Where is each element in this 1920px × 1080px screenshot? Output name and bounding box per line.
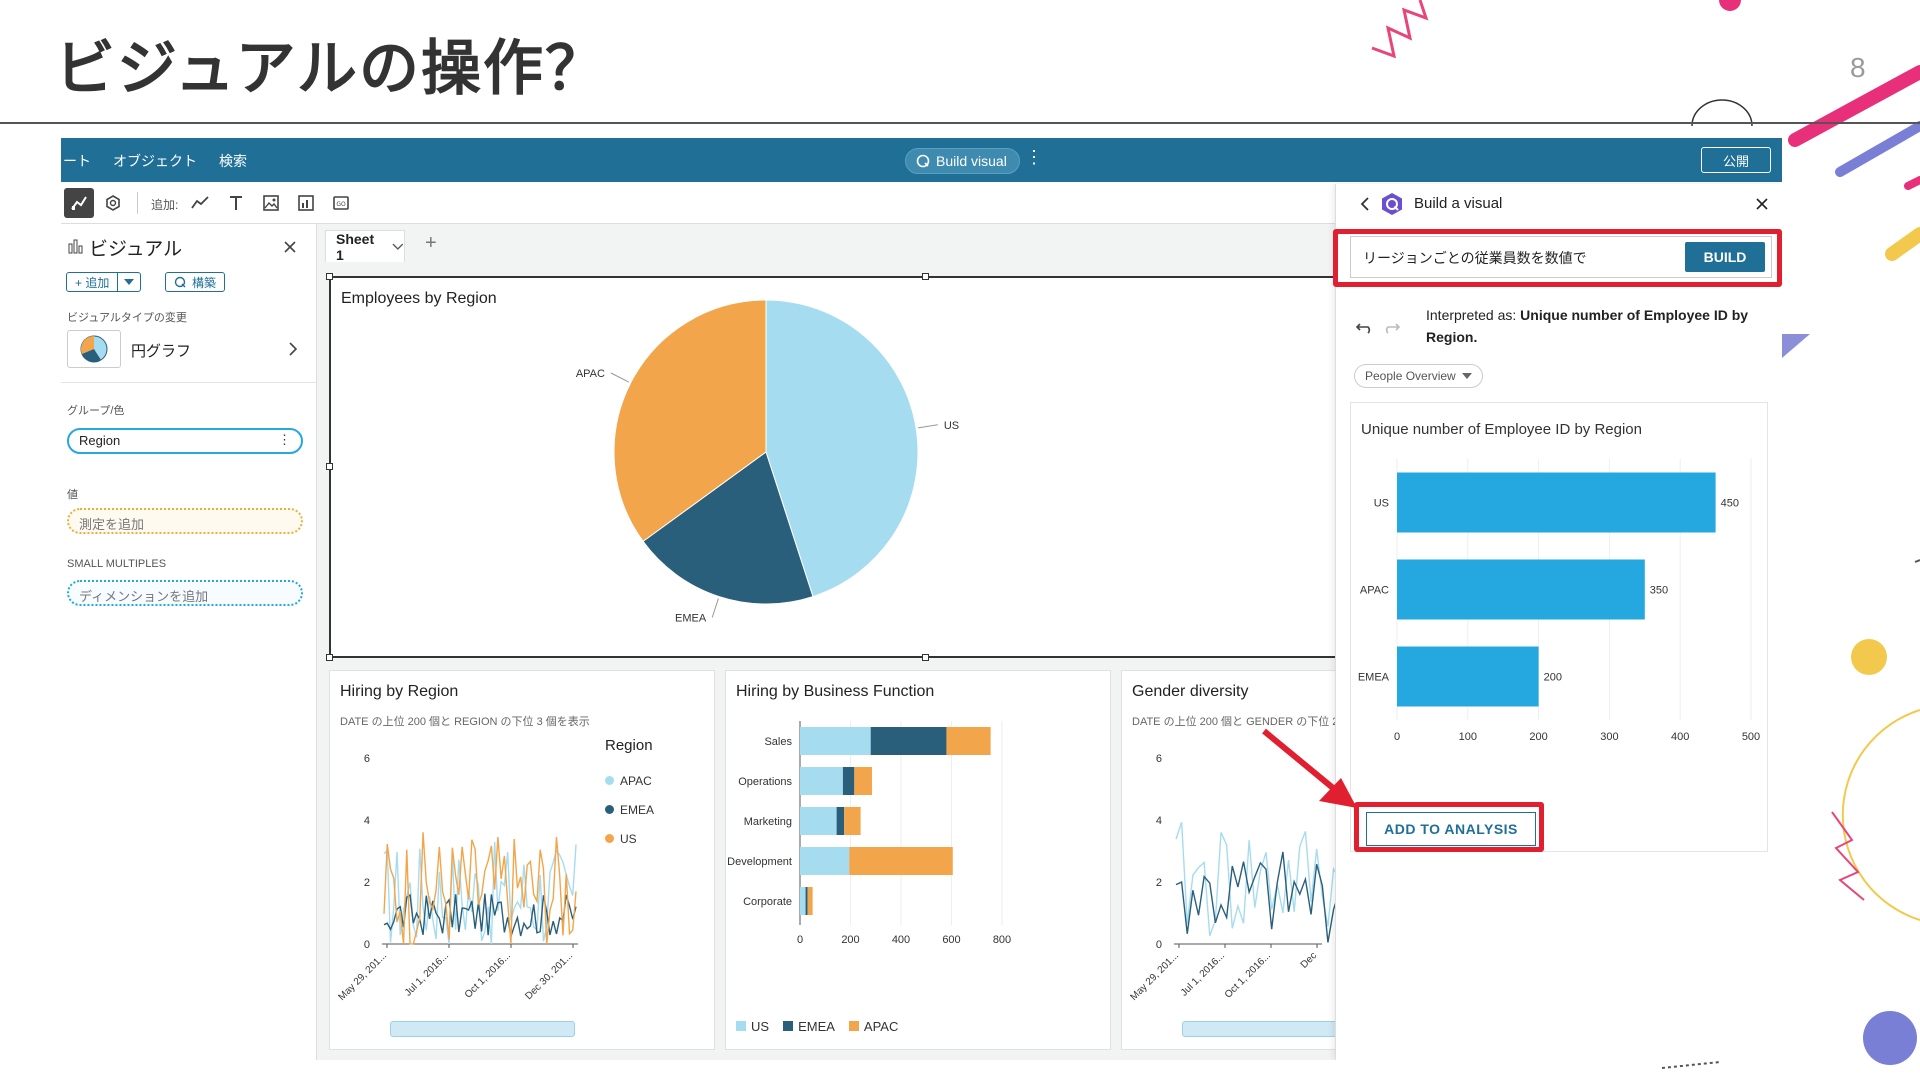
title-divider: [0, 122, 1920, 124]
page-number: 8: [1850, 52, 1866, 83]
annotation-arrow: [1262, 728, 1357, 808]
slide-title: ビジュアルの操作？: [55, 34, 607, 104]
slide: ビジュアルの操作？ 8 ート オブジェクト 検索 Build visual ⋮ …: [0, 0, 1920, 1080]
quicksight-app: ート オブジェクト 検索 Build visual ⋮ 公開 追加: GO ビジ…: [61, 138, 1782, 1060]
